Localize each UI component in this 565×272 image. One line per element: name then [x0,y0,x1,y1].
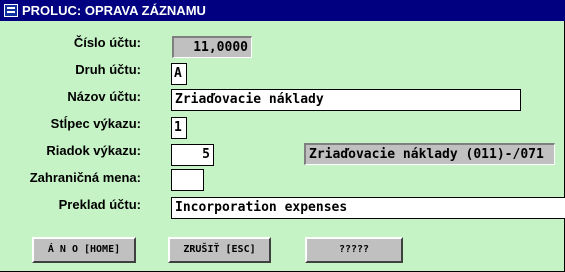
system-menu-icon[interactable] [4,4,18,17]
account-type-field[interactable]: A [171,63,187,85]
title-bar: PROLUC: OPRAVA ZÁZNAMU [0,0,565,21]
cancel-button[interactable]: ZRUŠIŤ [ESC] [168,237,271,263]
account-name-field[interactable]: Zriaďovacie náklady [171,89,521,111]
report-row-label: Riadok výkazu: [46,143,141,158]
edit-record-window: PROLUC: OPRAVA ZÁZNAMU Číslo účtu: 11,00… [0,0,565,272]
account-number-field[interactable]: 11,0000 [172,36,252,58]
foreign-currency-field[interactable] [171,169,204,191]
foreign-currency-label: Zahraničná mena: [29,170,141,185]
extra-button[interactable]: ????? [305,237,403,263]
report-column-label: Stĺpec výkazu: [50,116,141,131]
account-type-label: Druh účtu: [75,62,141,77]
report-row-description: Zriaďovacie náklady (011)-/071 [304,143,555,165]
window-title: PROLUC: OPRAVA ZÁZNAMU [22,3,206,18]
account-number-label: Číslo účtu: [73,35,141,50]
account-translation-field[interactable]: Incorporation expenses [171,197,565,219]
report-column-field[interactable]: 1 [171,117,187,139]
yes-button[interactable]: Á N O [HOME] [32,237,136,263]
account-translation-label: Preklad účtu: [58,197,141,212]
report-row-field[interactable]: 5 [171,144,214,166]
account-name-label: Názov účtu: [67,89,141,104]
